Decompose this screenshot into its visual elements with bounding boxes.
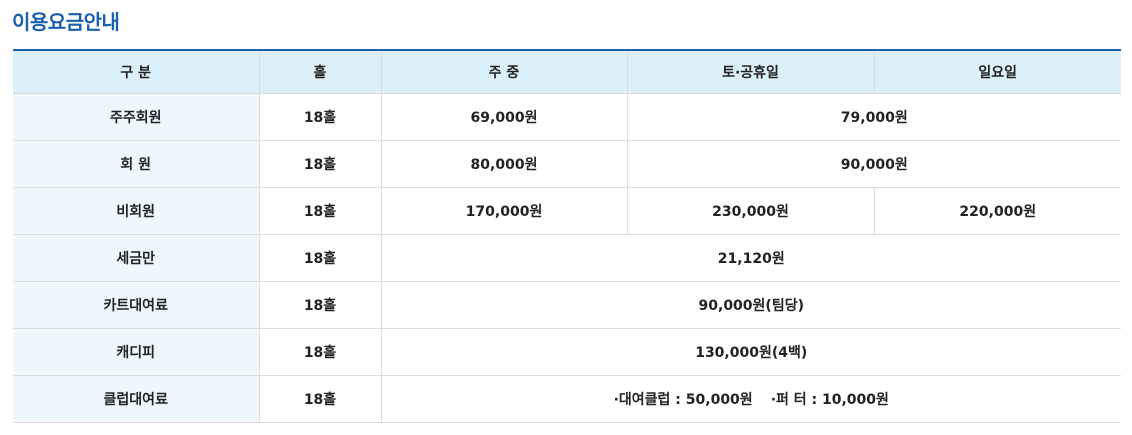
row-sunday-fee: 220,000원 (874, 187, 1121, 235)
table-row: 회 원 18홀 80,000원 90,000원 (13, 140, 1121, 188)
row-holes: 18홀 (259, 281, 382, 329)
row-category: 캐디피 (13, 328, 260, 376)
table-row: 주주회원 18홀 69,000원 79,000원 (13, 93, 1121, 141)
header-weekday: 주 중 (381, 50, 628, 94)
table-row: 카트대여료 18홀 90,000원(팀당) (13, 281, 1121, 329)
row-weekend-fee: 79,000원 (627, 93, 1121, 141)
row-holes: 18홀 (259, 93, 382, 141)
row-holes: 18홀 (259, 140, 382, 188)
row-fee: 90,000원(팀당) (381, 281, 1121, 329)
row-holes: 18홀 (259, 328, 382, 376)
table-header-row: 구 분 홀 주 중 토·공휴일 일요일 (13, 50, 1121, 94)
table-row: 클럽대여료 18홀 ·대여클럽 : 50,000원 ·퍼 터 : 10,000원 (13, 375, 1121, 423)
header-holes: 홀 (259, 50, 382, 94)
row-category: 카트대여료 (13, 281, 260, 329)
table-row: 세금만 18홀 21,120원 (13, 234, 1121, 282)
row-fee: 21,120원 (381, 234, 1121, 282)
header-category: 구 분 (13, 50, 260, 94)
table-row: 비회원 18홀 170,000원 230,000원 220,000원 (13, 187, 1121, 235)
club-rental-fee: ·대여클럽 : 50,000원 (613, 392, 753, 408)
row-category: 클럽대여료 (13, 375, 260, 423)
row-weekday-fee: 80,000원 (381, 140, 628, 188)
row-category: 회 원 (13, 140, 260, 188)
fee-table: 구 분 홀 주 중 토·공휴일 일요일 주주회원 18홀 69,000원 79,… (13, 49, 1121, 423)
putter-rental-fee: ·퍼 터 : 10,000원 (770, 392, 889, 408)
row-weekday-fee: 170,000원 (381, 187, 628, 235)
row-category: 비회원 (13, 187, 260, 235)
row-weekday-fee: 69,000원 (381, 93, 628, 141)
row-weekend-fee: 90,000원 (627, 140, 1121, 188)
table-row: 캐디피 18홀 130,000원(4백) (13, 328, 1121, 376)
row-holes: 18홀 (259, 234, 382, 282)
row-category: 세금만 (13, 234, 260, 282)
row-holes: 18홀 (259, 375, 382, 423)
header-sunday: 일요일 (874, 50, 1121, 94)
header-saturday-holiday: 토·공휴일 (627, 50, 875, 94)
row-saturday-fee: 230,000원 (627, 187, 875, 235)
row-fee: ·대여클럽 : 50,000원 ·퍼 터 : 10,000원 (381, 375, 1121, 423)
row-fee: 130,000원(4백) (381, 328, 1121, 376)
row-category: 주주회원 (13, 93, 260, 141)
row-holes: 18홀 (259, 187, 382, 235)
page-title: 이용요금안내 (12, 10, 120, 34)
